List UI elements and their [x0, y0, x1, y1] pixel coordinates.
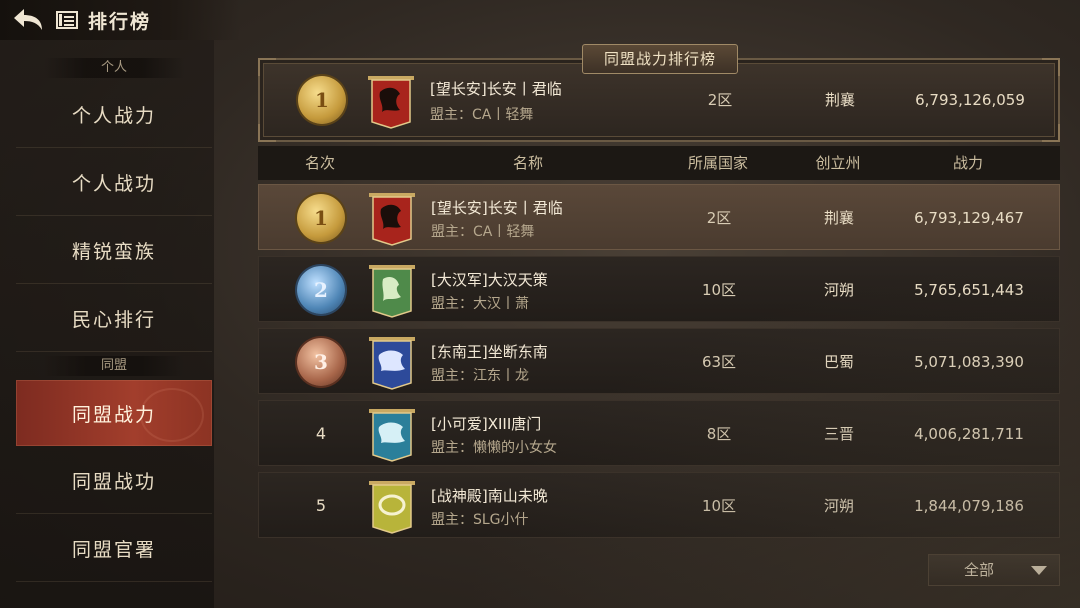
sidebar-item-elite-barbarians[interactable]: 精锐蛮族: [16, 218, 212, 284]
alliance-leader: 盟主：江东丨龙: [431, 368, 529, 384]
rank-number: 4: [315, 424, 327, 443]
banner-alliance-leader: 盟主：CA丨轻舞: [430, 107, 534, 123]
alliance-region: 10区: [701, 281, 737, 299]
leaderboard-icon: [56, 0, 78, 40]
banner-state: 荆襄: [824, 91, 855, 109]
alliance-name: [东南王]坐断东南: [431, 343, 548, 361]
section-label-alliance: 同盟: [44, 356, 184, 376]
back-arrow-icon: [14, 9, 42, 30]
rank-medal-gold: 1: [297, 194, 345, 242]
alliance-leader: 盟主：大汉丨萧: [431, 296, 529, 312]
table-row[interactable]: 4 [小可爱]XIII唐门 盟主：懒懒的小女女 8区 三晋 4,006,281,…: [258, 400, 1060, 466]
top-bar: 排行榜: [0, 0, 240, 40]
alliance-name: [望长安]长安丨君临: [431, 199, 563, 217]
alliance-power: 5,765,651,443: [914, 281, 1024, 299]
sidebar-item-popularity[interactable]: 民心排行: [16, 286, 212, 352]
alliance-region: 63区: [701, 353, 737, 371]
sidebar-item-alliance-office[interactable]: 同盟官署: [16, 516, 212, 582]
table-row[interactable]: 1 [望长安]长安丨君临 盟主：CA丨轻舞 2区 荆襄 6,793,129,46…: [258, 184, 1060, 250]
alliance-name: [大汉军]大汉天策: [431, 271, 548, 289]
corner-ornament: [258, 58, 276, 76]
page-title: 排行榜: [88, 10, 152, 33]
filter-dropdown[interactable]: 全部: [928, 554, 1060, 586]
sidebar-item-alliance-power[interactable]: 同盟战力: [16, 380, 212, 446]
alliance-leader: 盟主：CA丨轻舞: [431, 224, 535, 240]
table-row[interactable]: 5 [战神殿]南山未晚 盟主：SLG小什 10区 河朔 1,844,079,18…: [258, 472, 1060, 538]
back-button[interactable]: [0, 0, 56, 40]
sidebar-item-personal-power[interactable]: 个人战力: [16, 82, 212, 148]
alliance-flag-icon: [368, 76, 414, 129]
alliance-power: 5,071,083,390: [914, 353, 1024, 371]
banner-alliance-name: [望长安]长安丨君临: [430, 80, 562, 98]
section-label-personal: 个人: [44, 58, 184, 78]
table-header: 名次 名称 所属国家 创立州 战力: [258, 146, 1060, 180]
rank-medal-silver: 2: [297, 266, 345, 314]
col-header-country: 所属国家: [687, 154, 748, 172]
alliance-flag-icon: [369, 337, 415, 390]
alliance-power: 1,844,079,186: [914, 497, 1024, 515]
banner-power: 6,793,126,059: [915, 91, 1025, 109]
alliance-flag-icon: [369, 265, 415, 318]
alliance-flag-icon: [369, 193, 415, 246]
alliance-state: 河朔: [823, 497, 854, 515]
alliance-leader: 盟主：SLG小什: [431, 512, 529, 528]
rank-number: 5: [315, 496, 327, 515]
alliance-state: 三晋: [823, 425, 854, 443]
col-header-name: 名称: [512, 154, 543, 172]
sidebar-item-personal-merit[interactable]: 个人战功: [16, 150, 212, 216]
rank-medal-bronze: 3: [297, 338, 345, 386]
alliance-power: 4,006,281,711: [914, 425, 1024, 443]
filter-label: 全部: [963, 561, 994, 579]
alliance-flag-icon: [369, 481, 415, 534]
alliance-name: [战神殿]南山未晚: [431, 487, 548, 505]
alliance-region: 2区: [706, 209, 732, 227]
banner-title: 同盟战力排行榜: [582, 44, 738, 74]
corner-ornament: [258, 124, 276, 142]
col-header-rank: 名次: [304, 154, 335, 172]
dropdown-arrow-icon: [1031, 566, 1047, 575]
alliance-power: 6,793,129,467: [914, 209, 1024, 227]
alliance-state: 巴蜀: [823, 353, 854, 371]
table-row[interactable]: 2 [大汉军]大汉天策 盟主：大汉丨萧 10区 河朔 5,765,651,443: [258, 256, 1060, 322]
alliance-name: [小可爱]XIII唐门: [431, 415, 542, 433]
alliance-state: 荆襄: [823, 209, 854, 227]
alliance-region: 8区: [706, 425, 732, 443]
alliance-region: 10区: [701, 497, 737, 515]
alliance-leader: 盟主：懒懒的小女女: [431, 440, 557, 456]
table-row[interactable]: 3 [东南王]坐断东南 盟主：江东丨龙 63区 巴蜀 5,071,083,390: [258, 328, 1060, 394]
sidebar-item-alliance-merit[interactable]: 同盟战功: [16, 448, 212, 514]
rank-medal-gold: 1: [298, 76, 346, 124]
alliance-state: 河朔: [823, 281, 854, 299]
alliance-flag-icon: [369, 409, 415, 462]
col-header-power: 战力: [952, 154, 983, 172]
col-header-state: 创立州: [815, 154, 861, 172]
